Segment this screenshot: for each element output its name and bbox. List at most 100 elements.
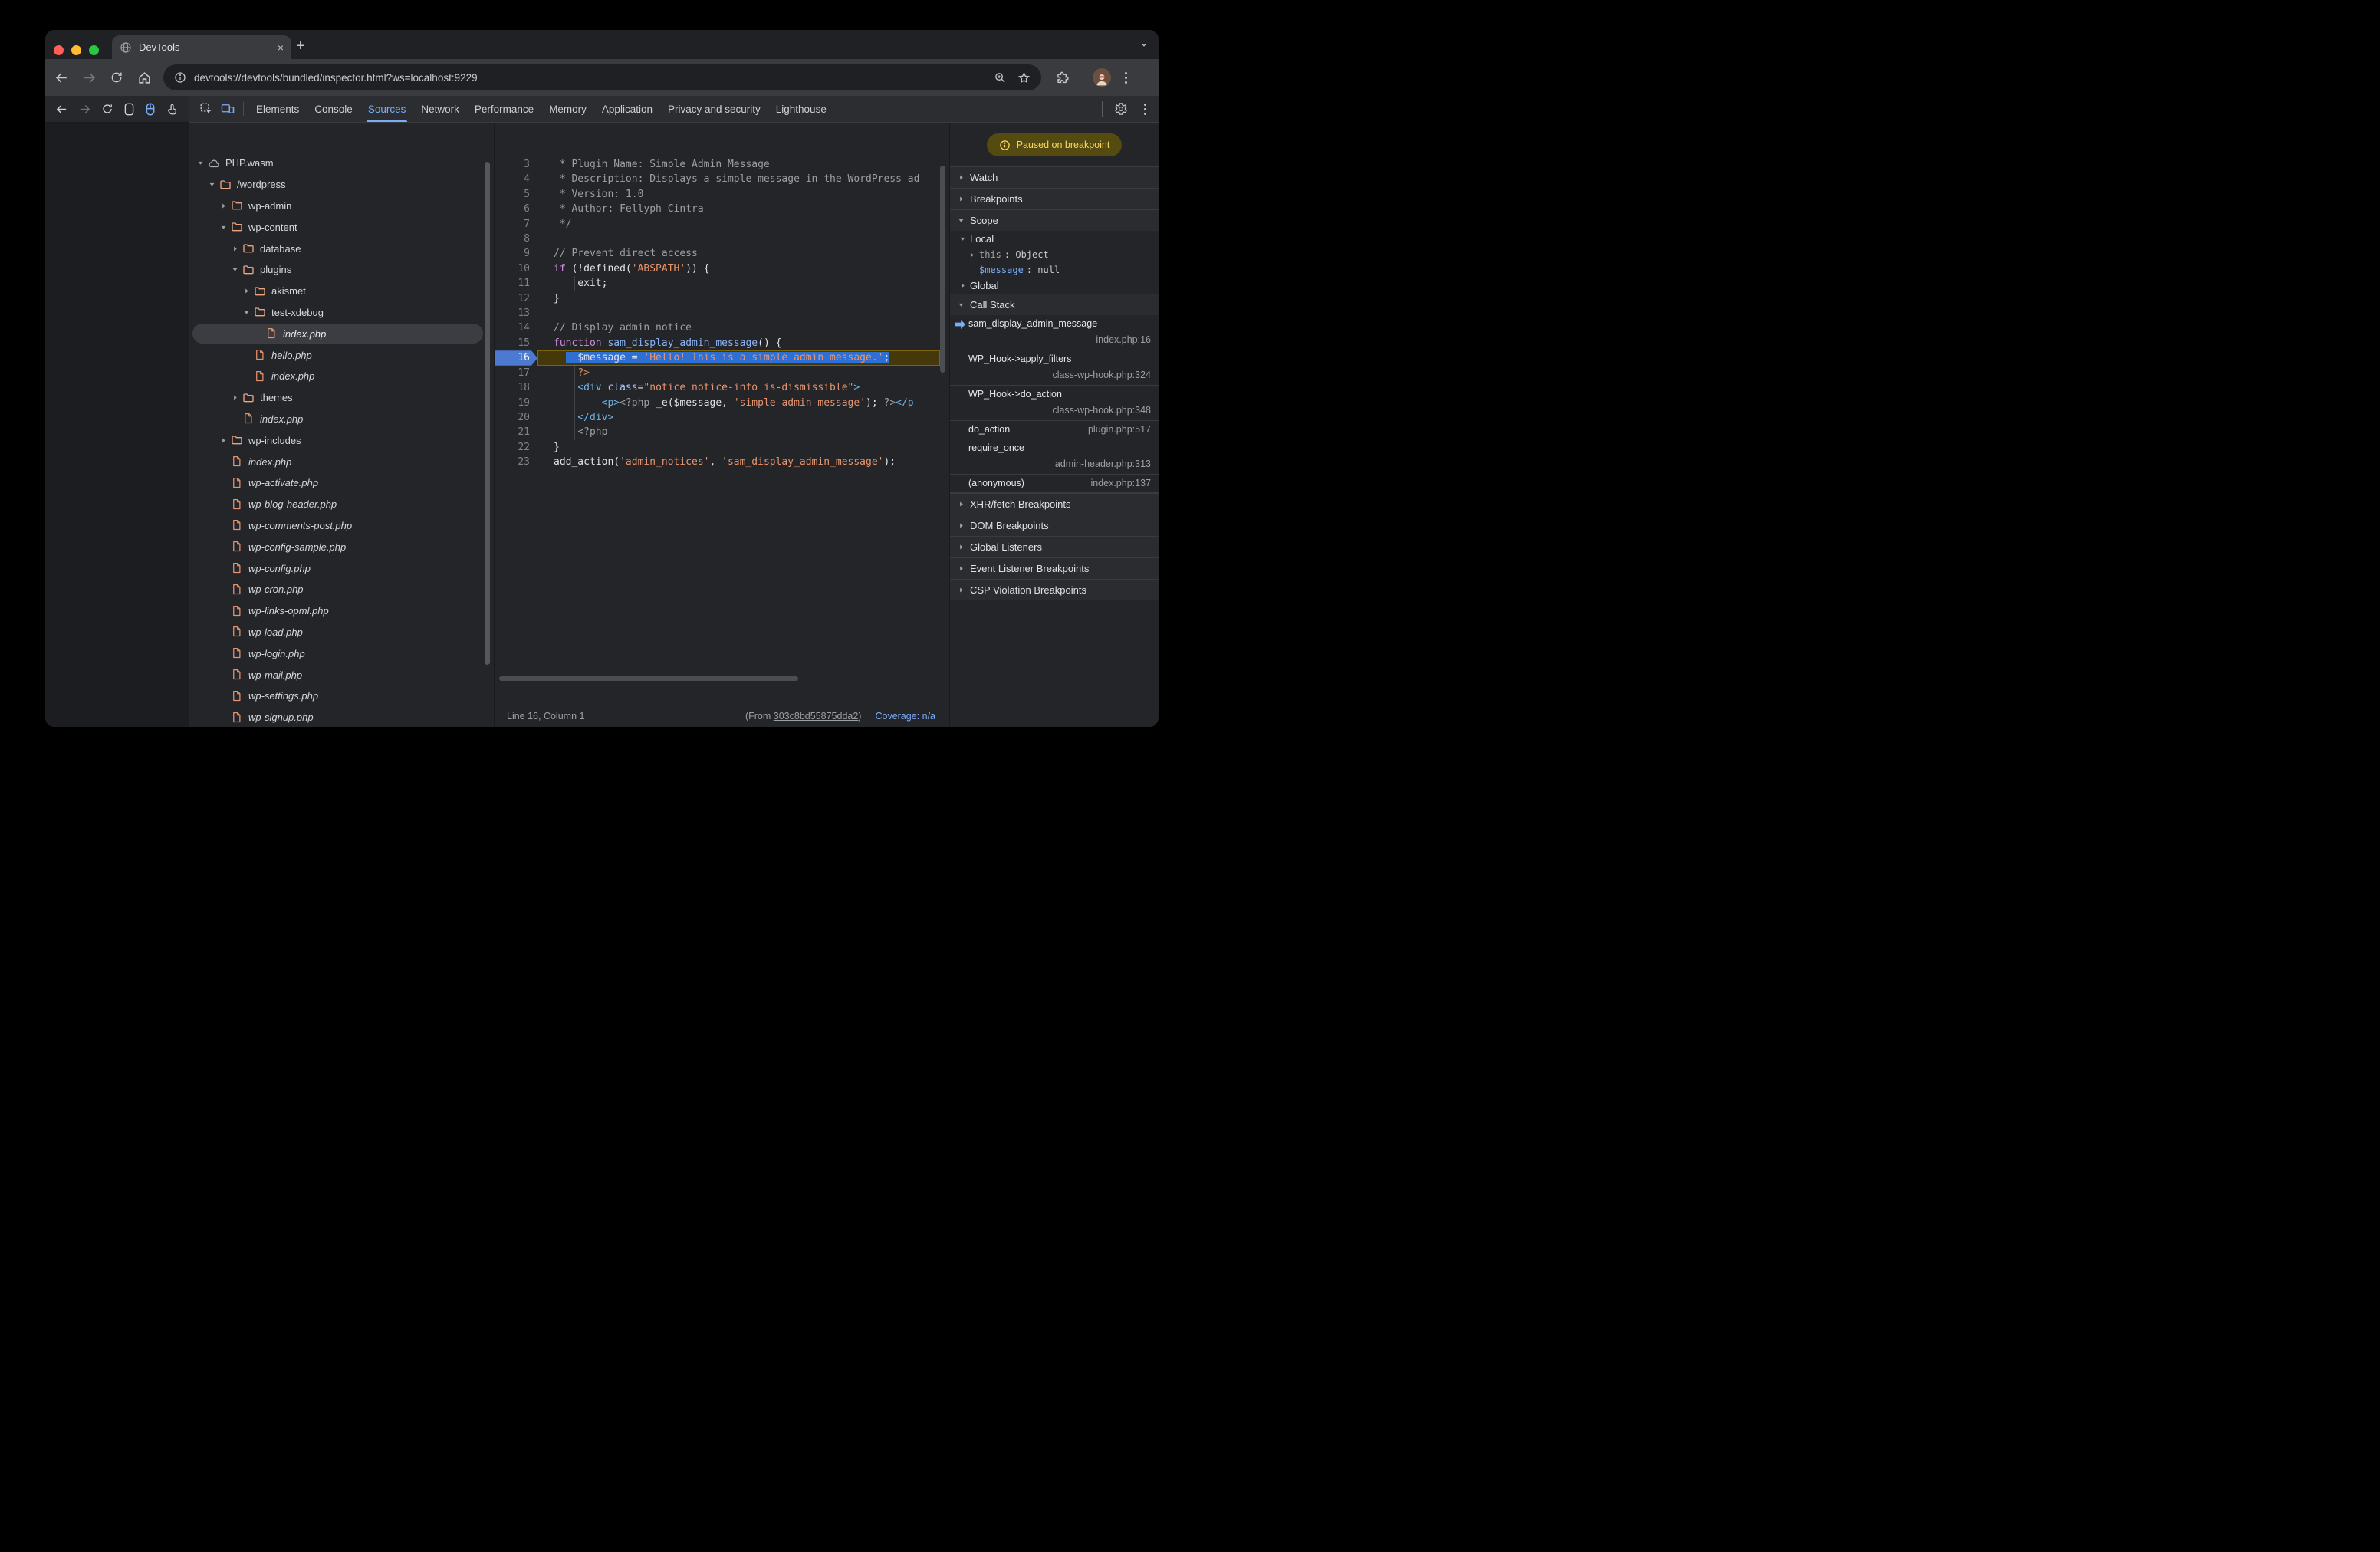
code-line[interactable]: 3 * Plugin Name: Simple Admin Message bbox=[495, 157, 948, 172]
code-line[interactable]: 13 bbox=[495, 306, 948, 321]
tree-item-index.php[interactable]: index.php bbox=[189, 409, 494, 430]
line-number[interactable]: 18 bbox=[495, 380, 537, 395]
scope--message[interactable]: $message: null bbox=[950, 262, 1159, 278]
chevron-right-icon[interactable] bbox=[242, 287, 251, 295]
chevron-down-icon[interactable] bbox=[230, 265, 240, 274]
settings-gear-icon[interactable] bbox=[1110, 99, 1132, 119]
device-toolbar-icon[interactable] bbox=[217, 99, 238, 119]
reload-icon[interactable] bbox=[105, 66, 128, 89]
devtools-tab-network[interactable]: Network bbox=[413, 96, 467, 122]
zoom-window-button[interactable] bbox=[89, 45, 99, 55]
forward-icon[interactable] bbox=[77, 66, 100, 89]
sidebar-scrollbar[interactable] bbox=[485, 162, 490, 665]
tree-item--wordpress[interactable]: /wordpress bbox=[189, 174, 494, 196]
code-line[interactable]: 21 <?php bbox=[495, 425, 948, 439]
code-line[interactable]: 20 </div> bbox=[495, 410, 948, 425]
line-number[interactable]: 23 bbox=[495, 455, 537, 469]
touch-icon[interactable] bbox=[166, 103, 179, 116]
tree-item-wp-config-sample.php[interactable]: wp-config-sample.php bbox=[189, 536, 494, 557]
tree-item-akismet[interactable]: akismet bbox=[189, 281, 494, 302]
line-number[interactable]: 12 bbox=[495, 291, 537, 306]
code-line[interactable]: 17 ?> bbox=[495, 366, 948, 380]
editor-vertical-scrollbar[interactable] bbox=[940, 166, 945, 373]
line-number[interactable]: 11 bbox=[495, 276, 537, 291]
call-stack-frame-do-action[interactable]: do_actionplugin.php:517 bbox=[950, 421, 1159, 439]
browser-tab[interactable]: DevTools × bbox=[112, 35, 291, 59]
tree-item-wp-blog-header.php[interactable]: wp-blog-header.php bbox=[189, 494, 494, 515]
tree-item-wp-comments-post.php[interactable]: wp-comments-post.php bbox=[189, 515, 494, 537]
line-number[interactable]: 8 bbox=[495, 232, 537, 246]
extensions-icon[interactable] bbox=[1050, 66, 1073, 89]
code-line[interactable]: 9// Prevent direct access bbox=[495, 246, 948, 261]
inspect-icon[interactable] bbox=[196, 99, 217, 119]
code-line[interactable]: 19 <p><?php _e($message, 'simple-admin-m… bbox=[495, 396, 948, 410]
tree-item-database[interactable]: database bbox=[189, 238, 494, 259]
tree-item-php.wasm[interactable]: PHP.wasm bbox=[189, 153, 494, 174]
browser-menu-kebab-icon[interactable] bbox=[1120, 71, 1132, 85]
info-icon[interactable] bbox=[174, 71, 186, 84]
star-icon[interactable] bbox=[1017, 71, 1031, 84]
tree-item-wp-cron.php[interactable]: wp-cron.php bbox=[189, 579, 494, 600]
tree-item-test-xdebug[interactable]: test-xdebug bbox=[189, 302, 494, 324]
code-area[interactable]: 3 * Plugin Name: Simple Admin Message4 *… bbox=[495, 153, 948, 684]
line-number[interactable]: 20 bbox=[495, 410, 537, 425]
devtools-tab-performance[interactable]: Performance bbox=[467, 96, 541, 122]
new-tab-button[interactable]: + bbox=[296, 38, 305, 54]
chevron-right-icon[interactable] bbox=[219, 202, 228, 210]
call-stack-frame-wp-hook-do-action[interactable]: WP_Hook->do_actionclass-wp-hook.php:348 bbox=[950, 386, 1159, 421]
scope-this[interactable]: this: Object bbox=[950, 247, 1159, 262]
tree-item-wp-login.php[interactable]: wp-login.php bbox=[189, 643, 494, 664]
chevron-right-icon[interactable] bbox=[230, 393, 240, 402]
chevron-down-icon[interactable] bbox=[242, 308, 251, 317]
devtools-tab-elements[interactable]: Elements bbox=[248, 96, 307, 122]
devtools-tab-privacy-and-security[interactable]: Privacy and security bbox=[660, 96, 768, 122]
section-watch[interactable]: Watch bbox=[950, 166, 1159, 188]
avatar[interactable] bbox=[1093, 68, 1111, 87]
line-number[interactable]: 21 bbox=[495, 425, 537, 439]
devtools-tab-memory[interactable]: Memory bbox=[541, 96, 594, 122]
devtools-menu-kebab-icon[interactable] bbox=[1139, 102, 1151, 117]
call-stack-frame-require-once[interactable]: require_onceadmin-header.php:313 bbox=[950, 439, 1159, 475]
section-call-stack[interactable]: Call Stack bbox=[950, 294, 1159, 315]
code-line[interactable]: 12} bbox=[495, 291, 948, 306]
tab-close-icon[interactable]: × bbox=[278, 41, 284, 54]
mouse-icon[interactable] bbox=[145, 103, 156, 116]
line-number[interactable]: 17 bbox=[495, 366, 537, 380]
section-breakpoints[interactable]: Breakpoints bbox=[950, 188, 1159, 209]
section-event-listener-breakpoints[interactable]: Event Listener Breakpoints bbox=[950, 557, 1159, 579]
scope-local[interactable]: Local bbox=[950, 231, 1159, 247]
tree-item-wp-includes[interactable]: wp-includes bbox=[189, 429, 494, 451]
section-global-listeners[interactable]: Global Listeners bbox=[950, 536, 1159, 557]
line-number[interactable]: 4 bbox=[495, 172, 537, 186]
tree-item-wp-content[interactable]: wp-content bbox=[189, 216, 494, 238]
section-dom-breakpoints[interactable]: DOM Breakpoints bbox=[950, 515, 1159, 536]
code-line[interactable]: 7 */ bbox=[495, 217, 948, 232]
line-number[interactable]: 19 bbox=[495, 396, 537, 410]
section-xhr-fetch-breakpoints[interactable]: XHR/fetch Breakpoints bbox=[950, 493, 1159, 515]
chevron-right-icon[interactable] bbox=[219, 436, 228, 445]
url-bar[interactable]: devtools://devtools/bundled/inspector.ht… bbox=[163, 64, 1041, 90]
section-scope[interactable]: Scope bbox=[950, 209, 1159, 231]
chevron-down-icon[interactable] bbox=[207, 180, 217, 189]
code-line[interactable]: 18 <div class="notice notice-info is-dis… bbox=[495, 380, 948, 395]
zoom-icon[interactable] bbox=[994, 71, 1007, 84]
tree-item-plugins[interactable]: plugins bbox=[189, 259, 494, 281]
code-line[interactable]: 6 * Author: Fellyph Cintra bbox=[495, 202, 948, 216]
tree-item-index.php[interactable]: index.php bbox=[189, 323, 494, 344]
tree-item-wp-signup.php[interactable]: wp-signup.php bbox=[189, 707, 494, 727]
call-stack-frame--anonymous-[interactable]: (anonymous)index.php:137 bbox=[950, 475, 1159, 493]
close-window-button[interactable] bbox=[54, 45, 64, 55]
tree-item-wp-admin[interactable]: wp-admin bbox=[189, 196, 494, 217]
coverage-link[interactable]: Coverage: n/a bbox=[875, 711, 935, 722]
line-number[interactable]: 5 bbox=[495, 187, 537, 202]
execution-line-badge[interactable]: 16 bbox=[495, 350, 537, 365]
code-line[interactable]: 4 * Description: Displays a simple messa… bbox=[495, 172, 948, 186]
code-line[interactable]: 14// Display admin notice bbox=[495, 321, 948, 335]
tree-item-index.php[interactable]: index.php bbox=[189, 451, 494, 472]
tree-item-wp-settings.php[interactable]: wp-settings.php bbox=[189, 686, 494, 707]
code-line-paused[interactable]: 16 $message = 'Hello! This is a simple a… bbox=[495, 350, 948, 365]
line-number[interactable]: 3 bbox=[495, 157, 537, 172]
tree-item-wp-links-opml.php[interactable]: wp-links-opml.php bbox=[189, 600, 494, 622]
home-icon[interactable] bbox=[133, 66, 156, 89]
back-icon[interactable] bbox=[55, 103, 68, 116]
